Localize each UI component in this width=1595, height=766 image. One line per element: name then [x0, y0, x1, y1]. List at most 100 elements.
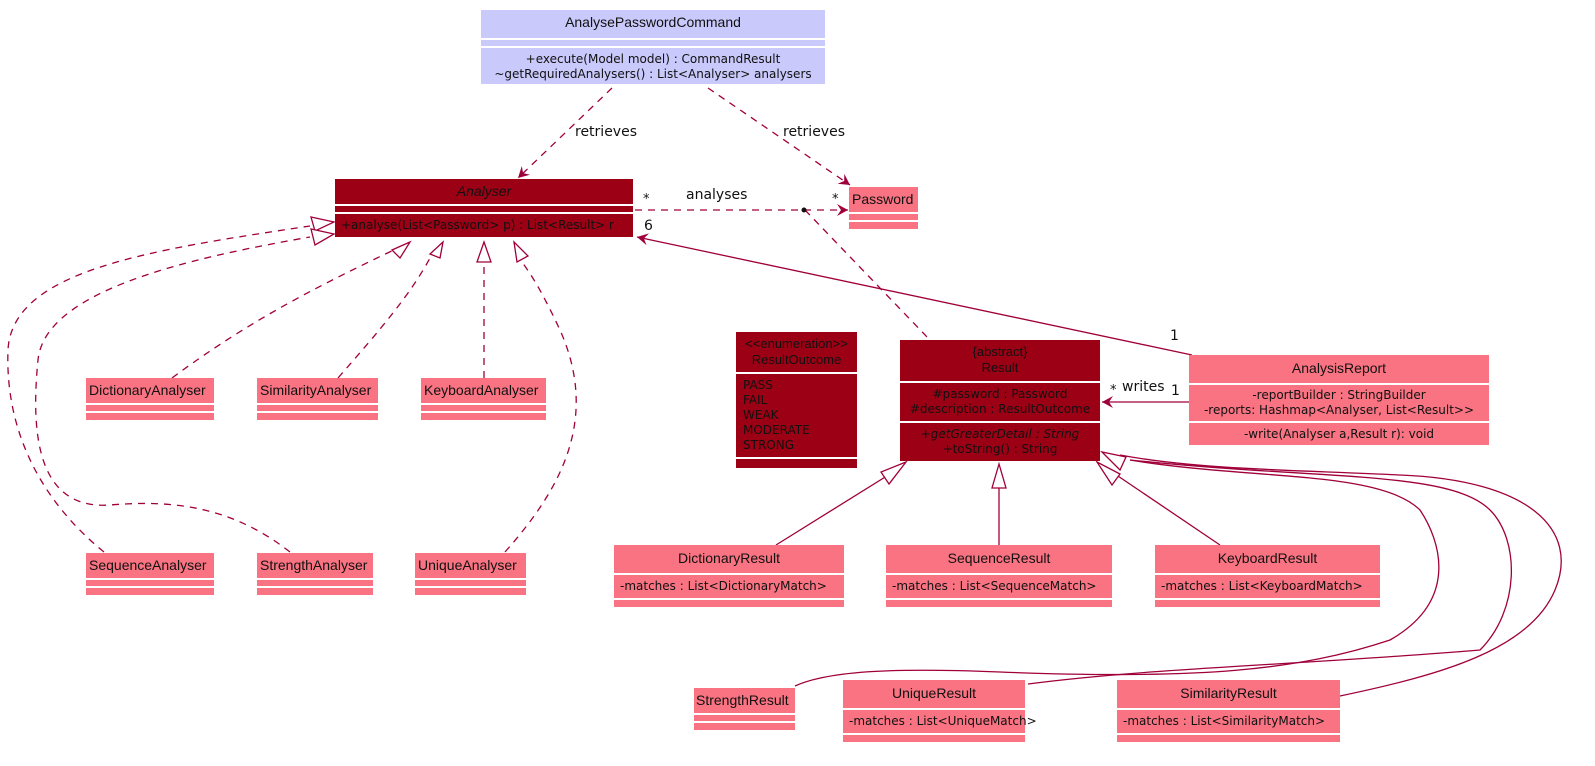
class-name: Password: [849, 187, 918, 214]
class-sequence-result[interactable]: SequenceResult -matches : List<SequenceM…: [886, 545, 1112, 607]
attributes-section: [694, 715, 795, 723]
class-name: StrengthResult: [694, 688, 795, 715]
methods-section: +analyse(List<Password> p) : List<Result…: [335, 214, 633, 237]
class-name: UniqueAnalyser: [415, 553, 526, 580]
class-unique-result[interactable]: UniqueResult -matches : List<UniqueMatch…: [843, 680, 1037, 742]
class-name: AnalysisReport: [1189, 355, 1489, 385]
attributes-section: [335, 206, 633, 214]
generalization-arrowhead: [991, 461, 1007, 489]
class-dictionary-result[interactable]: DictionaryResult -matches : List<Diction…: [614, 545, 844, 607]
class-similarity-analyser[interactable]: SimilarityAnalyser: [257, 378, 378, 420]
class-header: {abstract} Result: [900, 340, 1100, 383]
attribute: -reports: Hashmap<Analyser, List<Result>…: [1203, 403, 1475, 417]
edge-generalize-keyboard: [1114, 473, 1221, 546]
attributes-section: -matches : List<DictionaryMatch>: [614, 575, 844, 600]
enum-value: STRONG: [743, 438, 795, 452]
class-similarity-result[interactable]: SimilarityResult -matches : List<Similar…: [1117, 680, 1340, 742]
methods-section: [694, 723, 795, 730]
attributes-section: [257, 580, 373, 588]
class-result[interactable]: {abstract} Result #password : Password #…: [900, 340, 1100, 461]
methods-section: [86, 588, 214, 595]
class-name: DictionaryAnalyser: [86, 378, 214, 405]
class-name: StrengthAnalyser: [257, 553, 373, 580]
attribute: -matches : List<UniqueMatch>: [849, 714, 1037, 728]
realization-arrowhead: [513, 240, 530, 264]
realization-arrowhead: [310, 216, 337, 232]
attribute: -matches : List<SimilarityMatch>: [1123, 714, 1326, 728]
label-retrieves-right: retrieves: [783, 124, 846, 140]
label-retrieves-left: retrieves: [575, 124, 638, 140]
enum-value: PASS: [743, 378, 773, 392]
realization-arrowhead: [476, 240, 492, 263]
methods-section: [843, 735, 1025, 742]
class-analysis-report[interactable]: AnalysisReport -reportBuilder : StringBu…: [1189, 355, 1489, 445]
association-class-dot: [801, 207, 807, 213]
methods-section: [1117, 735, 1340, 742]
attributes-section: -matches : List<KeyboardMatch>: [1155, 575, 1380, 600]
class-strength-analyser[interactable]: StrengthAnalyser: [257, 553, 373, 595]
class-keyboard-analyser[interactable]: KeyboardAnalyser: [421, 378, 546, 420]
methods-section: [421, 413, 546, 420]
class-password[interactable]: Password: [849, 187, 918, 229]
stereotype: {abstract}: [972, 344, 1028, 359]
enum-values: PASS FAIL WEAK MODERATE STRONG: [736, 374, 857, 459]
realization-arrowhead: [390, 240, 412, 260]
class-name: AnalysePasswordCommand: [481, 10, 825, 40]
class-strength-result[interactable]: StrengthResult: [694, 688, 795, 730]
attributes-section: [421, 405, 546, 413]
methods-section: [1155, 600, 1380, 607]
edge-realize-dictionary: [171, 247, 399, 379]
attributes-section: [415, 580, 526, 588]
class-name: SequenceAnalyser: [86, 553, 214, 580]
multiplicity-writes-source: 1: [1171, 383, 1180, 399]
methods-section: [736, 459, 857, 468]
attributes-section: [257, 405, 378, 413]
methods-section: [614, 600, 844, 607]
method: ~getRequiredAnalysers() : List<Analyser>…: [494, 67, 812, 81]
class-keyboard-result[interactable]: KeyboardResult -matches : List<KeyboardM…: [1155, 545, 1380, 607]
class-name: KeyboardResult: [1155, 545, 1380, 575]
multiplicity-analyses-source: *: [643, 192, 650, 207]
attribute: -matches : List<DictionaryMatch>: [620, 579, 827, 593]
attributes-section: [86, 580, 214, 588]
class-name: SimilarityAnalyser: [257, 378, 378, 405]
class-name: SequenceResult: [886, 545, 1112, 575]
attributes-section: -matches : List<UniqueMatch>: [843, 710, 1037, 735]
enum-header: <<enumeration>> ResultOutcome: [736, 332, 857, 374]
class-name: DictionaryResult: [614, 545, 844, 575]
class-analyser[interactable]: Analyser +analyse(List<Password> p) : Li…: [335, 179, 633, 237]
methods-section: [257, 588, 373, 595]
method: +analyse(List<Password> p) : List<Result…: [341, 218, 614, 232]
multiplicity-analyses-target: *: [832, 192, 839, 207]
edge-realize-similarity: [337, 257, 431, 379]
methods-section: [415, 588, 526, 595]
class-name: ResultOutcome: [751, 352, 842, 367]
methods-section: [849, 222, 918, 229]
attribute: #password : Password: [932, 387, 1068, 401]
class-name: Analyser: [335, 179, 633, 206]
attribute: -matches : List<KeyboardMatch>: [1161, 579, 1363, 593]
methods-section: -write(Analyser a,Result r): void: [1189, 423, 1489, 445]
attributes-section: #password : Password #description : Resu…: [900, 383, 1100, 423]
generalization-arrowhead: [880, 460, 908, 486]
method: +toString() : String: [942, 442, 1058, 456]
edge-report-analyser: [636, 233, 1193, 356]
method: -write(Analyser a,Result r): void: [1243, 427, 1435, 441]
enum-result-outcome[interactable]: <<enumeration>> ResultOutcome PASS FAIL …: [736, 332, 857, 468]
method: +getGreaterDetail : String: [920, 427, 1080, 441]
class-dictionary-analyser[interactable]: DictionaryAnalyser: [86, 378, 214, 420]
attribute: #description : ResultOutcome: [909, 402, 1091, 416]
multiplicity-report-end: 1: [1170, 328, 1179, 344]
edge-generalize-dictionary: [775, 473, 891, 546]
attributes-section: [849, 214, 918, 222]
class-unique-analyser[interactable]: UniqueAnalyser: [415, 553, 526, 595]
attribute: -matches : List<SequenceMatch>: [892, 579, 1097, 593]
class-sequence-analyser[interactable]: SequenceAnalyser: [86, 553, 214, 595]
attributes-section: [86, 405, 214, 413]
class-analyse-password-command[interactable]: AnalysePasswordCommand +execute(Model mo…: [481, 10, 825, 84]
methods-section: [257, 413, 378, 420]
methods-section: [886, 600, 1112, 607]
realization-arrowhead: [428, 240, 445, 259]
class-name: UniqueResult: [843, 680, 1025, 710]
attributes-section: -reportBuilder : StringBuilder -reports:…: [1189, 385, 1489, 423]
